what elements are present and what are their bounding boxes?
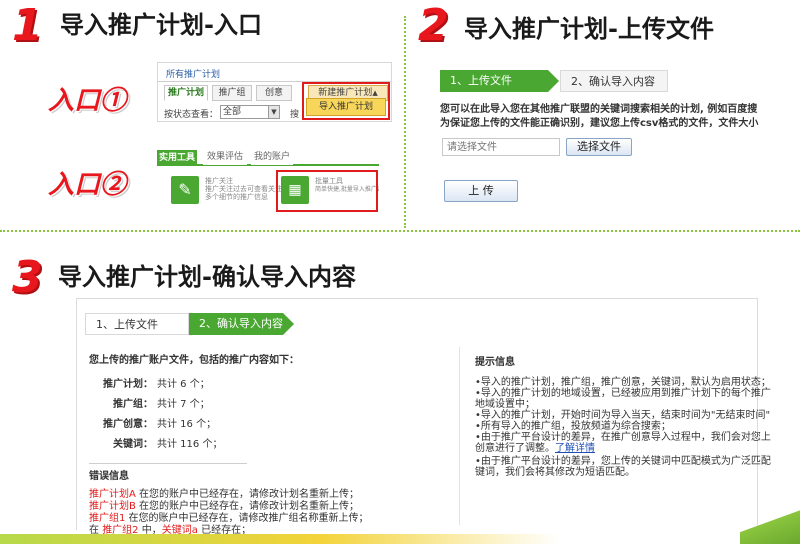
decorative-corner-swoosh (740, 504, 800, 544)
tip-line: •由于推广平台设计的差异，在推广创意导入过程中，我们会对您上 (475, 432, 771, 443)
tool1-icon[interactable]: ✎ (171, 176, 199, 204)
choose-file-button[interactable]: 选择文件 (566, 138, 632, 156)
error-title: 错误信息 (89, 471, 129, 482)
highlight-box-entry1 (302, 82, 390, 120)
tip-line: 键词，我们会将其修改为短语匹配。 (475, 467, 635, 478)
error-text: 在您的账户中已经存在，请修改计划名重新上传； (135, 489, 360, 500)
wizard-step-confirm: 2、确认导入内容 (189, 313, 283, 335)
step2-title: 导入推广计划-上传文件 (464, 15, 714, 43)
tab-effect-eval[interactable]: 效果评估 (203, 150, 247, 165)
step-number-1: 1 (12, 0, 43, 51)
learn-more-link[interactable]: 了解详情 (555, 443, 595, 454)
tip-line: •导入的推广计划，推广组，推广创意，关键词，默认为启用状态； (475, 377, 771, 388)
tab-groups[interactable]: 推广组 (212, 85, 252, 101)
summary-keywords-value: 共计 116 个； (157, 439, 223, 450)
error-row: 推广组1 在您的账户中已经存在，请修改推广组名称重新上传； (89, 513, 369, 524)
summary-creatives-value: 共计 16 个； (157, 419, 217, 430)
filter-label: 按状态查看： (164, 110, 219, 120)
wizard-step-upload: 1、上传文件 (85, 313, 189, 335)
upload-panel: 1、上传文件 2、确认导入内容 您可以在此导入您在其他推广联盟的关键词搜索相关的… (412, 62, 800, 212)
upload-button[interactable]: 上 传 (444, 180, 518, 202)
entry-label-2: 入口② (48, 170, 127, 200)
confirm-panel: 1、上传文件 2、确认导入内容 您上传的推广账户文件，包括的推广内容如下： 推广… (76, 298, 771, 536)
summary-plans-label: 推广计划： (103, 379, 153, 390)
tab-my-account[interactable]: 我的账户 (251, 150, 293, 165)
error-row: 推广计划A 在您的账户中已经存在，请修改计划名重新上传； (89, 489, 359, 500)
tips-title: 提示信息 (475, 357, 515, 368)
file-path-input[interactable] (442, 138, 560, 156)
decorative-bottom-bar (0, 534, 800, 544)
highlight-box-entry2 (276, 170, 378, 212)
dropdown-arrow-icon: ▼ (268, 106, 279, 118)
step1-title: 导入推广计划-入口 (60, 11, 262, 39)
error-text: 在您的账户中已经存在，请修改推广组名称重新上传； (125, 513, 369, 524)
status-filter-value: 全部 (223, 107, 242, 117)
tab-creatives[interactable]: 创意 (256, 85, 292, 101)
tip-line: •所有导入的推广组，投放频道为综合搜索； (475, 421, 671, 432)
tip-line-text: 创意进行了调整。 (475, 443, 555, 454)
tab-plans[interactable]: 推广计划 (164, 85, 208, 101)
tool1-desc2: 多个细节的推广信息 (205, 193, 268, 201)
step3-title: 导入推广计划-确认导入内容 (58, 263, 356, 291)
tip-line: •由于推广平台设计的差异，您上传的关键词中匹配模式为广泛匹配 (475, 456, 771, 467)
wizard-step-upload: 1、上传文件 (440, 70, 548, 92)
vertical-divider (404, 16, 406, 228)
tip-line: •导入的推广计划的地域设置，已经被应用到推广计划下的每个推广 (475, 388, 771, 399)
step-number-3: 3 (12, 252, 43, 303)
tip-line: 地域设置中； (475, 399, 535, 410)
filter-suffix: 搜 (290, 110, 300, 120)
wizard-step-confirm: 2、确认导入内容 (560, 70, 668, 92)
status-filter-select[interactable]: 全部 ▼ (220, 105, 280, 119)
tip-line: 创意进行了调整。了解详情 (475, 443, 595, 454)
error-plan-b: 推广计划B (89, 501, 136, 512)
horizontal-divider (0, 230, 800, 232)
error-text: 在您的账户中已经存在，请修改计划名重新上传； (135, 501, 360, 512)
error-group-1: 推广组1 (89, 513, 126, 524)
all-plans-header: 所有推广计划 (166, 70, 221, 80)
upload-description-2: 为保证您上传的文件能正确识别，建议您上传csv格式的文件，文件大小 (440, 118, 759, 129)
tab-tools[interactable]: 实用工具 (157, 150, 197, 165)
summary-title: 您上传的推广账户文件，包括的推广内容如下： (89, 355, 299, 366)
summary-keywords-label: 关键词： (113, 439, 153, 450)
summary-plans-value: 共计 6 个； (157, 379, 210, 390)
summary-groups-label: 推广组： (113, 399, 153, 410)
tip-line: •导入的推广计划，开始时间为导入当天，结束时间为"无结束时间" (475, 410, 771, 421)
entry-label-1: 入口① (48, 86, 127, 116)
summary-creatives-label: 推广创意： (103, 419, 153, 430)
upload-description-1: 您可以在此导入您在其他推广联盟的关键词搜索相关的计划, 例如百度搜 (440, 104, 758, 115)
step-number-2: 2 (418, 0, 449, 51)
error-row: 推广计划B 在您的账户中已经存在，请修改计划名重新上传； (89, 501, 359, 512)
summary-groups-value: 共计 7 个； (157, 399, 210, 410)
error-plan-a: 推广计划A (89, 489, 136, 500)
